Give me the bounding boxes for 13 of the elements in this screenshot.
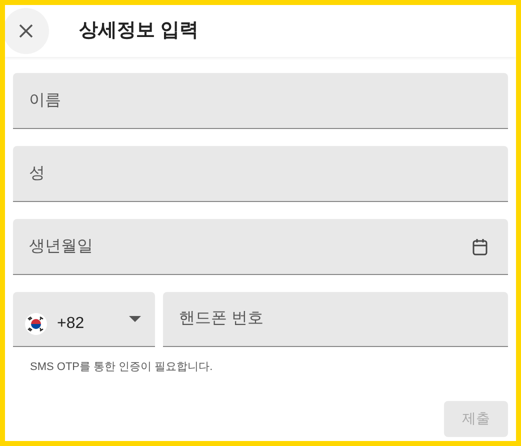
phone-field[interactable]: 핸드폰 번호 bbox=[163, 292, 508, 347]
close-icon bbox=[19, 24, 33, 38]
close-button[interactable] bbox=[5, 8, 49, 54]
calendar-icon[interactable] bbox=[472, 238, 488, 256]
hint-text: SMS OTP를 통한 인증이 필요합니다. bbox=[29, 360, 214, 375]
country-select[interactable]: +82 bbox=[13, 292, 155, 347]
flag-icon bbox=[25, 313, 47, 335]
input-field[interactable]: 성 bbox=[13, 146, 508, 202]
date-field[interactable]: 생년월일 bbox=[13, 219, 508, 275]
page-title: 상세정보 입력 bbox=[79, 18, 198, 43]
input-field[interactable]: 이름 bbox=[13, 73, 508, 129]
country-code: +82 bbox=[57, 314, 84, 334]
dropdown-caret-icon bbox=[129, 316, 141, 322]
